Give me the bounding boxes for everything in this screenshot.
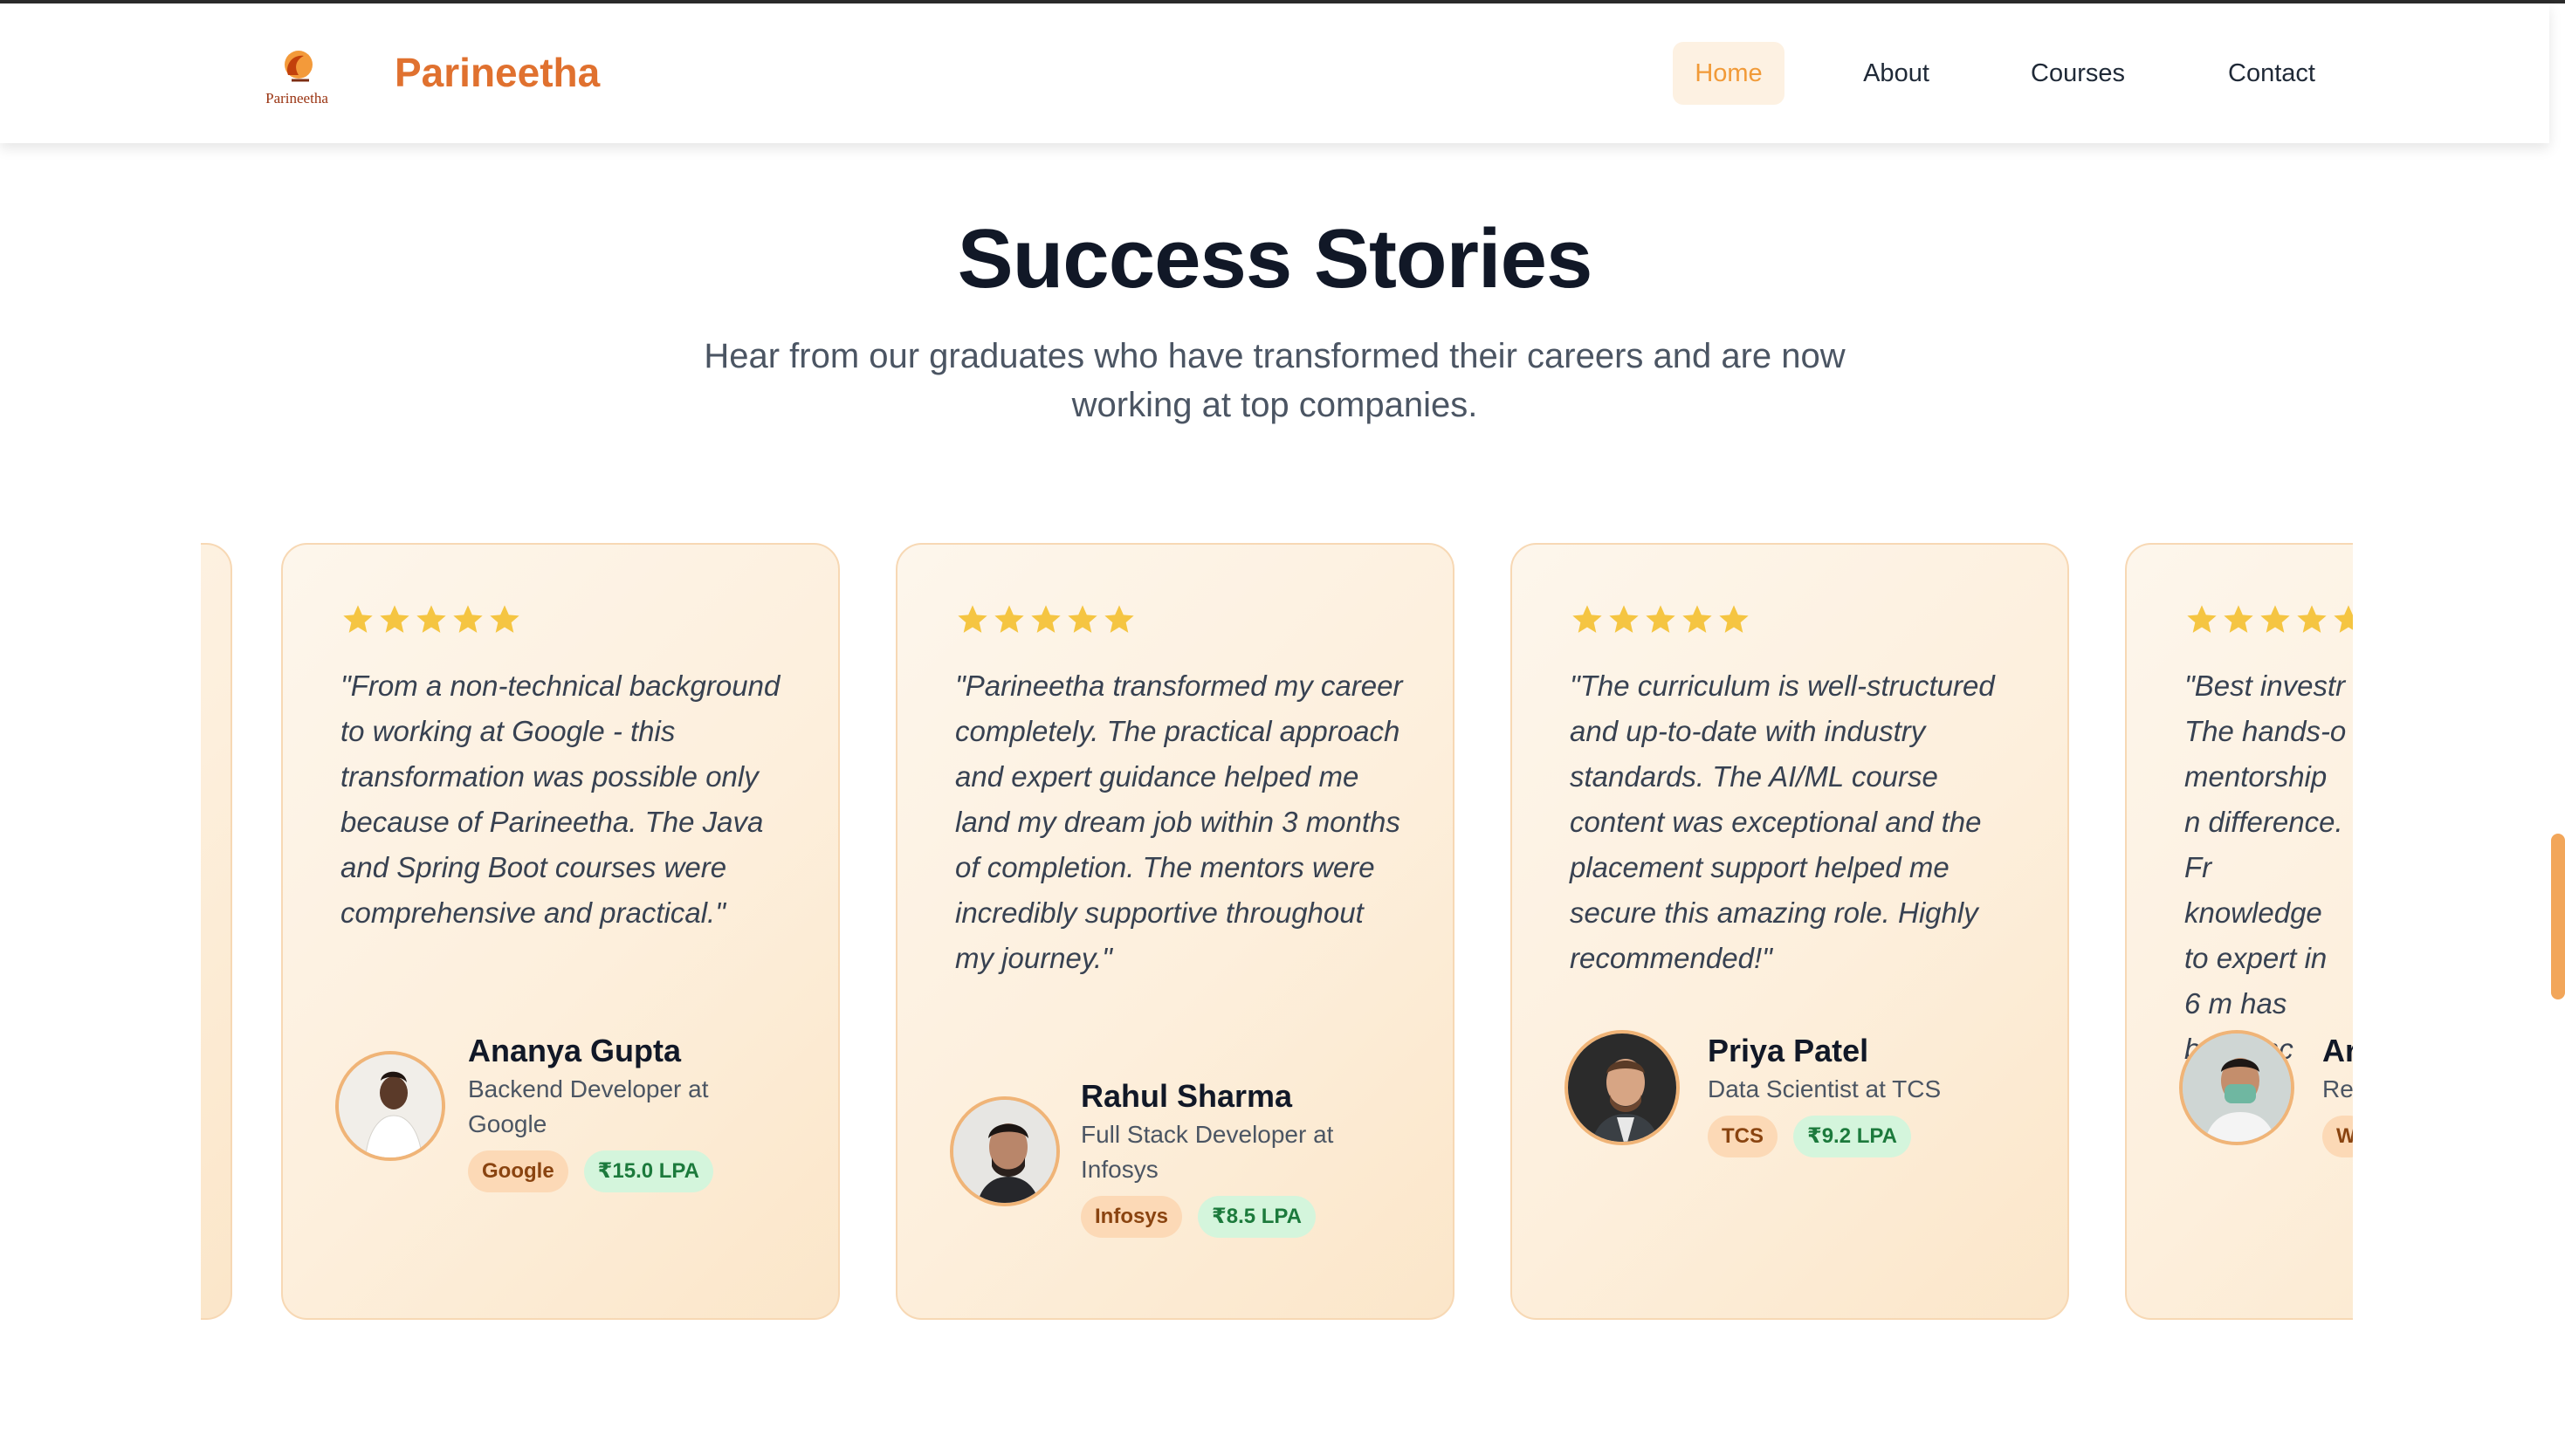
testimonial-card: "From a non-technical background to work… [281, 543, 840, 1320]
avatar [335, 1051, 445, 1161]
star-icon [994, 605, 1024, 633]
person-info: Rahul Sharma Full Stack Developer at Inf… [1081, 1077, 1395, 1238]
star-icon [2187, 605, 2217, 633]
salary-badge: ₹15.0 LPA [583, 1150, 713, 1192]
star-icon [2334, 605, 2353, 633]
salary-badge: ₹9.2 LPA [1793, 1116, 1911, 1157]
avatar [2179, 1030, 2294, 1145]
testimonial-quote: "The curriculum is well-structured and u… [1570, 670, 1995, 974]
star-icon [490, 605, 519, 633]
person-name: Priya Patel [1708, 1033, 1869, 1068]
nav-courses[interactable]: Courses [2010, 42, 2146, 105]
brand-logo[interactable]: Parineetha [253, 45, 340, 112]
testimonial-quote: "Parineetha transformed my career comple… [955, 670, 1403, 974]
rating-stars [955, 602, 1137, 637]
navbar: Parineetha Parineetha Home About Courses… [0, 3, 2549, 143]
svg-text:Parineetha: Parineetha [265, 90, 328, 106]
company-badge: Google [468, 1150, 568, 1192]
rating-stars [2184, 602, 2353, 637]
star-icon [1068, 605, 1097, 633]
testimonial-quote: "Best investr The hands-o mentorship n d… [2184, 670, 2347, 1065]
brand-name[interactable]: Parineetha [395, 49, 600, 96]
star-icon [416, 605, 446, 633]
star-icon [1031, 605, 1061, 633]
avatar [1564, 1030, 1680, 1145]
star-icon [958, 605, 987, 633]
person-info: Ananya Gupta Backend Developer at Google… [468, 1032, 782, 1192]
star-icon [1572, 605, 1602, 633]
person-name: Ananya Gupta [468, 1033, 682, 1068]
nav-about[interactable]: About [1842, 42, 1950, 105]
rating-stars [340, 602, 522, 637]
testimonial-card: "Parineetha transformed my career comple… [896, 543, 1454, 1320]
page-scrollbar-thumb[interactable] [2551, 834, 2565, 999]
testimonial-card: "Best investr The hands-o mentorship n d… [2125, 543, 2353, 1320]
testimonial-card-previous [201, 543, 232, 1320]
nav-contact[interactable]: Contact [2211, 42, 2333, 105]
person-name: Rahul Sharma [1081, 1078, 1293, 1114]
person-role: Data Scientist at TCS [1708, 1075, 1942, 1102]
company-badge: Infosys [1081, 1196, 1183, 1238]
star-icon [2224, 605, 2253, 633]
rating-stars [1570, 602, 1751, 637]
person-info: Ar Re W [2322, 1032, 2353, 1157]
star-icon [1646, 605, 1675, 633]
star-icon [453, 605, 483, 633]
testimonial-quote: "From a non-technical background to work… [340, 670, 781, 929]
section-title: Success Stories [957, 212, 1593, 306]
star-icon [1104, 605, 1134, 633]
star-icon [2260, 605, 2290, 633]
company-badge: TCS [1708, 1116, 1778, 1157]
section-subtitle: Hear from our graduates who have transfo… [704, 337, 1846, 424]
testimonials-carousel[interactable]: "From a non-technical background to work… [201, 541, 2353, 1322]
person-name: Ar [2322, 1033, 2353, 1068]
salary-badge: ₹8.5 LPA [1198, 1196, 1316, 1238]
star-icon [2297, 605, 2327, 633]
person-role: Re [2322, 1075, 2353, 1102]
person-info: Priya Patel Data Scientist at TCS TCS ₹9… [1708, 1032, 2022, 1157]
company-badge: W [2322, 1116, 2353, 1157]
star-icon [380, 605, 409, 633]
avatar [950, 1096, 1060, 1206]
testimonial-card: "The curriculum is well-structured and u… [1510, 543, 2069, 1320]
nav-home[interactable]: Home [1673, 42, 1784, 105]
star-icon [1719, 605, 1749, 633]
person-role: Backend Developer at Google [468, 1075, 709, 1137]
star-icon [343, 605, 373, 633]
star-icon [1682, 605, 1712, 633]
star-icon [1609, 605, 1639, 633]
person-role: Full Stack Developer at Infosys [1081, 1121, 1334, 1183]
